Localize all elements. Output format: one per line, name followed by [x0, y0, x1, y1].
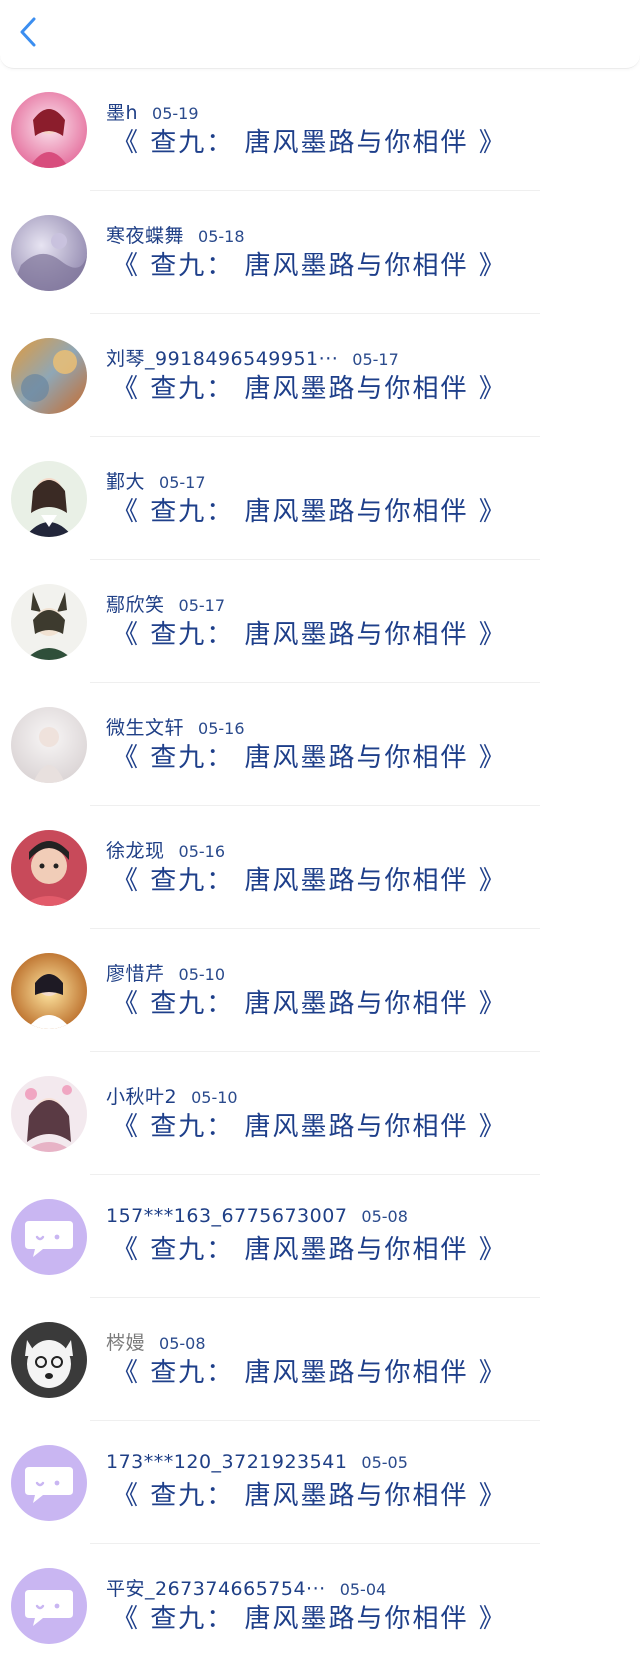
list-item[interactable]: 小秋叶2 05-10 《 查九： 唐风墨路与你相伴 》	[0, 1052, 640, 1175]
item-meta: 小秋叶2 05-10	[106, 1082, 238, 1109]
list-item[interactable]: 廖惜芹 05-10 《 查九： 唐风墨路与你相伴 》	[0, 929, 640, 1052]
avatar[interactable]	[11, 584, 87, 660]
item-title[interactable]: 《 查九： 唐风墨路与你相伴 》	[112, 122, 507, 159]
item-date: 05-17	[178, 596, 226, 615]
list-item[interactable]: 鄢欣笑 05-17 《 查九： 唐风墨路与你相伴 》	[0, 560, 640, 683]
item-title[interactable]: 《 查九： 唐风墨路与你相伴 》	[112, 1229, 507, 1266]
user-name[interactable]: 157***163_6775673007	[106, 1205, 347, 1227]
user-name[interactable]: 鄢欣笑	[106, 594, 165, 616]
top-bar	[0, 0, 640, 69]
item-meta: 鄞大 05-17	[106, 467, 206, 494]
avatar[interactable]	[11, 1076, 87, 1152]
list-item[interactable]: 寒夜蝶舞 05-18 《 查九： 唐风墨路与你相伴 》	[0, 191, 640, 314]
user-name[interactable]: 小秋叶2	[106, 1086, 177, 1108]
item-title[interactable]: 《 查九： 唐风墨路与你相伴 》	[112, 737, 507, 774]
item-meta: 廖惜芹 05-10	[106, 959, 225, 986]
list-item[interactable]: 157***163_6775673007 05-08 《 查九： 唐风墨路与你相伴 …	[0, 1175, 640, 1298]
default-avatar-chat-icon[interactable]	[11, 1199, 87, 1275]
item-date: 05-08	[361, 1207, 408, 1226]
item-title[interactable]: 《 查九： 唐风墨路与你相伴 》	[112, 860, 507, 897]
list-item[interactable]: 徐龙现 05-16 《 查九： 唐风墨路与你相伴 》	[0, 806, 640, 929]
item-meta: 157***163_6775673007 05-08	[106, 1205, 408, 1227]
item-title[interactable]: 《 查九： 唐风墨路与你相伴 》	[112, 245, 507, 282]
item-title[interactable]: 《 查九： 唐风墨路与你相伴 》	[112, 1598, 507, 1635]
back-button[interactable]	[10, 12, 46, 52]
user-name[interactable]: 徐龙现	[106, 840, 165, 862]
item-title[interactable]: 《 查九： 唐风墨路与你相伴 》	[112, 491, 507, 528]
item-meta: 墨h 05-19	[106, 98, 199, 125]
item-title[interactable]: 《 查九： 唐风墨路与你相伴 》	[112, 1352, 507, 1389]
item-title[interactable]: 《 查九： 唐风墨路与你相伴 》	[112, 614, 507, 651]
list-item[interactable]: 鄞大 05-17 《 查九： 唐风墨路与你相伴 》	[0, 437, 640, 560]
user-name[interactable]: 廖惜芹	[106, 963, 165, 985]
avatar[interactable]	[11, 338, 87, 414]
item-title[interactable]: 《 查九： 唐风墨路与你相伴 》	[112, 1106, 507, 1143]
item-title[interactable]: 《 查九： 唐风墨路与你相伴 》	[112, 368, 507, 405]
item-date: 05-17	[352, 350, 399, 369]
user-name[interactable]: 173***120_3721923541	[106, 1451, 347, 1473]
list-item[interactable]: 微生文轩 05-16 《 查九： 唐风墨路与你相伴 》	[0, 683, 640, 806]
avatar[interactable]	[11, 707, 87, 783]
item-meta: 徐龙现 05-16	[106, 836, 225, 863]
user-name[interactable]: 平安_267374665754···	[106, 1578, 326, 1600]
avatar[interactable]	[11, 830, 87, 906]
item-meta: 寒夜蝶舞 05-18	[106, 221, 245, 248]
list-item[interactable]: 墨h 05-19 《 查九： 唐风墨路与你相伴 》	[0, 68, 640, 191]
item-date: 05-05	[361, 1453, 408, 1472]
user-name[interactable]: 寒夜蝶舞	[106, 225, 184, 247]
avatar[interactable]	[11, 461, 87, 537]
user-name[interactable]: 梣嫚	[106, 1332, 145, 1354]
list-item[interactable]: 刘琴_9918496549951··· 05-17 《 查九： 唐风墨路与你相伴 》	[0, 314, 640, 437]
item-date: 05-16	[178, 842, 226, 861]
item-date: 05-19	[152, 104, 199, 123]
user-name[interactable]: 墨h	[106, 102, 138, 124]
user-name[interactable]: 鄞大	[106, 471, 145, 493]
default-avatar-chat-icon[interactable]	[11, 1568, 87, 1644]
user-name[interactable]: 刘琴_9918496549951···	[106, 348, 338, 370]
item-meta: 梣嫚 05-08	[106, 1328, 206, 1355]
avatar[interactable]	[11, 953, 87, 1029]
item-date: 05-04	[339, 1580, 387, 1599]
item-meta: 鄢欣笑 05-17	[106, 590, 225, 617]
item-date: 05-10	[191, 1088, 238, 1107]
user-list: 墨h 05-19 《 查九： 唐风墨路与你相伴 》寒夜蝶舞 05-18 《 查九： 唐风…	[0, 68, 640, 1667]
item-meta: 平安_267374665754··· 05-04	[106, 1574, 386, 1601]
item-meta: 173***120_3721923541 05-05	[106, 1451, 408, 1473]
avatar[interactable]	[11, 92, 87, 168]
avatar[interactable]	[11, 1322, 87, 1398]
list-item[interactable]: 173***120_3721923541 05-05 《 查九： 唐风墨路与你相伴 …	[0, 1421, 640, 1544]
item-meta: 刘琴_9918496549951··· 05-17	[106, 344, 399, 371]
item-date: 05-16	[198, 719, 245, 738]
item-date: 05-08	[159, 1334, 206, 1353]
list-item[interactable]: 梣嫚 05-08 《 查九： 唐风墨路与你相伴 》	[0, 1298, 640, 1421]
item-title[interactable]: 《 查九： 唐风墨路与你相伴 》	[112, 983, 507, 1020]
user-name[interactable]: 微生文轩	[106, 717, 184, 739]
list-item[interactable]: 平安_267374665754··· 05-04 《 查九： 唐风墨路与你相伴 》	[0, 1544, 640, 1667]
item-title[interactable]: 《 查九： 唐风墨路与你相伴 》	[112, 1475, 507, 1512]
item-date: 05-18	[198, 227, 245, 246]
item-meta: 微生文轩 05-16	[106, 713, 245, 740]
item-date: 05-10	[178, 965, 226, 984]
avatar[interactable]	[11, 215, 87, 291]
item-date: 05-17	[159, 473, 206, 492]
chevron-left-icon	[20, 17, 36, 47]
default-avatar-chat-icon[interactable]	[11, 1445, 87, 1521]
